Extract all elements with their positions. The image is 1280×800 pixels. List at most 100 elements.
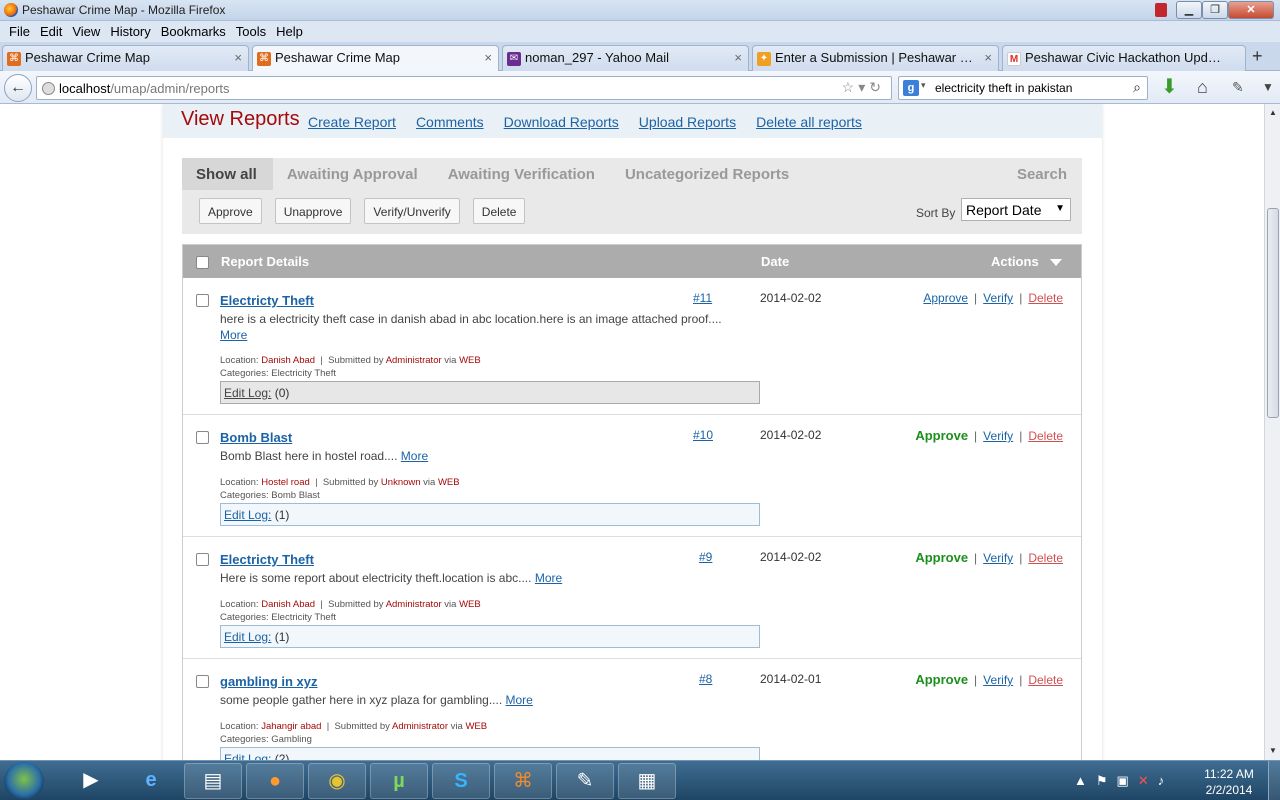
browser-tab[interactable]: ✦ Enter a Submission | Peshawar Civic ..…: [752, 45, 999, 71]
report-title-link[interactable]: Electricty Theft: [220, 552, 314, 567]
network-icon[interactable]: ✕: [1138, 773, 1158, 788]
close-window-button[interactable]: ✕: [1228, 1, 1274, 19]
menu-help[interactable]: Help: [271, 24, 308, 39]
upload-reports-link[interactable]: Upload Reports: [639, 114, 736, 130]
report-title-link[interactable]: Electricty Theft: [220, 293, 314, 308]
row-checkbox[interactable]: [196, 294, 209, 307]
skype-icon[interactable]: S: [432, 763, 490, 799]
row-verify-link[interactable]: Verify: [983, 673, 1013, 687]
clock[interactable]: 11:22 AM 2/2/2014: [1194, 766, 1264, 798]
more-link[interactable]: More: [535, 571, 562, 585]
row-approve-link[interactable]: Approve: [923, 291, 968, 305]
tab-uncategorized-reports[interactable]: Uncategorized Reports: [611, 158, 805, 190]
minimize-button[interactable]: ▁: [1176, 1, 1202, 19]
row-approve-link[interactable]: Approve: [915, 550, 968, 565]
url-bar-actions[interactable]: ☆▾↻: [842, 79, 885, 96]
row-delete-link[interactable]: Delete: [1028, 673, 1063, 687]
sort-by-select[interactable]: Report Date ▼: [961, 198, 1071, 221]
row-delete-link[interactable]: Delete: [1028, 291, 1063, 305]
explorer-icon[interactable]: ▤: [184, 763, 242, 799]
row-delete-link[interactable]: Delete: [1028, 429, 1063, 443]
back-button[interactable]: ←: [4, 74, 32, 102]
edit-log-link[interactable]: Edit Log:: [224, 630, 271, 644]
control-panel-icon[interactable]: ▦: [618, 763, 676, 799]
keyboard-language-icon[interactable]: [1155, 3, 1167, 17]
row-approve-link[interactable]: Approve: [915, 672, 968, 687]
tab-show-all[interactable]: Show all: [182, 158, 273, 190]
bookmark-star-icon[interactable]: ☆: [842, 79, 859, 95]
chrome-icon[interactable]: ◉: [308, 763, 366, 799]
browser-tab[interactable]: ⌘ Peshawar Crime Map ×: [2, 45, 249, 71]
row-checkbox[interactable]: [196, 431, 209, 444]
report-id-link[interactable]: #11: [693, 291, 712, 305]
scrollbar-thumb[interactable]: [1267, 208, 1279, 418]
browser-tab-active[interactable]: ⌘ Peshawar Crime Map ×: [252, 45, 499, 72]
menu-history[interactable]: History: [105, 24, 155, 39]
menu-edit[interactable]: Edit: [35, 24, 67, 39]
volume-icon[interactable]: ♪: [1158, 773, 1174, 788]
media-player-icon[interactable]: ▶: [62, 763, 120, 799]
addon-icon[interactable]: ✎: [1232, 77, 1244, 97]
browser-tab[interactable]: M Peshawar Civic Hackathon Update: Fi...: [1002, 45, 1246, 71]
create-report-link[interactable]: Create Report: [308, 114, 396, 130]
select-all-checkbox[interactable]: [196, 256, 209, 269]
action-center-flag-icon[interactable]: ⚑: [1096, 773, 1117, 788]
more-link[interactable]: More: [506, 693, 533, 707]
report-id-link[interactable]: #10: [693, 428, 713, 442]
report-title-link[interactable]: Bomb Blast: [220, 430, 292, 445]
edit-log-link[interactable]: Edit Log:: [224, 508, 271, 522]
unapprove-button[interactable]: Unapprove: [274, 198, 352, 224]
delete-all-reports-link[interactable]: Delete all reports: [756, 114, 862, 130]
row-checkbox[interactable]: [196, 675, 209, 688]
close-tab-icon[interactable]: ×: [734, 50, 742, 65]
maximize-button[interactable]: ❐: [1202, 1, 1228, 19]
report-id-link[interactable]: #9: [699, 550, 712, 564]
scroll-down-icon[interactable]: ▼: [1266, 744, 1280, 758]
home-icon[interactable]: ⌂: [1197, 77, 1208, 97]
new-tab-icon[interactable]: +: [1252, 46, 1263, 67]
menu-dropdown-icon[interactable]: ▼: [1262, 77, 1274, 97]
search-tab[interactable]: Search: [1017, 166, 1067, 183]
row-delete-link[interactable]: Delete: [1028, 551, 1063, 565]
xampp-icon[interactable]: ⌘: [494, 763, 552, 799]
delete-button[interactable]: Delete: [472, 198, 526, 224]
history-dropdown-icon[interactable]: ▾: [858, 79, 869, 95]
row-checkbox[interactable]: [196, 553, 209, 566]
google-icon[interactable]: g: [903, 80, 919, 96]
row-verify-link[interactable]: Verify: [983, 291, 1013, 305]
vertical-scrollbar[interactable]: ▲ ▼: [1264, 104, 1280, 760]
comments-link[interactable]: Comments: [416, 114, 484, 130]
device-icon[interactable]: ▣: [1117, 773, 1138, 788]
url-bar[interactable]: localhost/umap/admin/reports ☆▾↻: [36, 76, 892, 100]
row-verify-link[interactable]: Verify: [983, 429, 1013, 443]
actions-dropdown-icon[interactable]: [1050, 259, 1062, 266]
approve-button[interactable]: Approve: [199, 198, 262, 224]
report-title-link[interactable]: gambling in xyz: [220, 674, 318, 689]
verify-unverify-button[interactable]: Verify/Unverify: [364, 198, 460, 224]
search-engine-dropdown-icon[interactable]: ▾: [921, 80, 926, 91]
show-desktop-button[interactable]: [1268, 761, 1280, 800]
close-tab-icon[interactable]: ×: [484, 50, 492, 65]
paint-icon[interactable]: ✎: [556, 763, 614, 799]
report-id-link[interactable]: #8: [699, 672, 712, 686]
row-verify-link[interactable]: Verify: [983, 551, 1013, 565]
tab-awaiting-approval[interactable]: Awaiting Approval: [273, 158, 434, 190]
download-reports-link[interactable]: Download Reports: [504, 114, 619, 130]
scroll-up-icon[interactable]: ▲: [1266, 106, 1280, 120]
menu-tools[interactable]: Tools: [231, 24, 271, 39]
column-actions[interactable]: Actions: [991, 254, 1039, 269]
more-link[interactable]: More: [401, 449, 428, 463]
utorrent-icon[interactable]: µ: [370, 763, 428, 799]
menu-file[interactable]: File: [4, 24, 35, 39]
close-tab-icon[interactable]: ×: [234, 50, 242, 65]
edit-log-link[interactable]: Edit Log:: [224, 752, 271, 760]
internet-explorer-icon[interactable]: e: [122, 763, 180, 799]
start-button[interactable]: [4, 762, 44, 800]
row-approve-link[interactable]: Approve: [915, 428, 968, 443]
menu-bookmarks[interactable]: Bookmarks: [156, 24, 231, 39]
download-icon[interactable]: ⬇: [1161, 77, 1178, 97]
firefox-taskbar-icon[interactable]: ●: [246, 763, 304, 799]
search-bar[interactable]: g ▾ electricity theft in pakistan ⌕: [898, 76, 1148, 100]
site-identity-icon[interactable]: [42, 82, 55, 95]
close-tab-icon[interactable]: ×: [984, 50, 992, 65]
